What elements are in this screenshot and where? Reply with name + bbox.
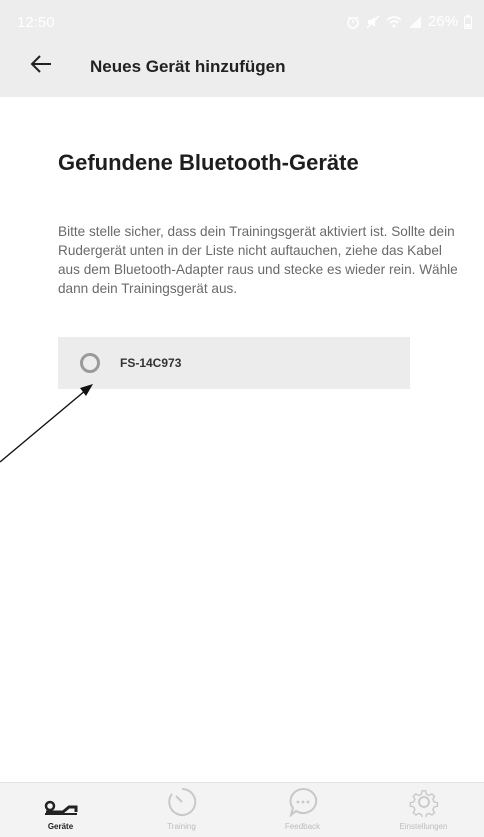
status-icons: 26% <box>346 13 472 30</box>
mute-icon <box>366 15 380 29</box>
back-button[interactable] <box>26 51 56 81</box>
status-bar: 12:50 26% <box>0 0 484 42</box>
timer-icon <box>167 783 197 817</box>
battery-percent: 26% <box>427 13 458 30</box>
bottom-navigation: Geräte Training Feedback Einstellungen <box>0 782 484 837</box>
arrow-left-icon <box>30 54 52 78</box>
nav-label: Einstellungen <box>399 822 448 831</box>
annotation-arrow <box>0 384 93 463</box>
nav-tab-feedback[interactable]: Feedback <box>242 783 363 837</box>
nav-tab-training[interactable]: Training <box>121 783 242 837</box>
nav-tab-geraete[interactable]: Geräte <box>0 783 121 837</box>
gear-icon <box>409 783 439 817</box>
signal-icon <box>408 15 422 29</box>
alarm-icon <box>346 15 360 29</box>
rowing-machine-icon <box>43 783 79 817</box>
nav-label: Feedback <box>284 822 321 831</box>
nav-label: Geräte <box>47 822 74 831</box>
nav-tab-einstellungen[interactable]: Einstellungen <box>363 783 484 837</box>
page-title: Neues Gerät hinzufügen <box>90 57 286 76</box>
battery-icon <box>464 14 472 29</box>
device-list-item[interactable]: FS-14C973 <box>58 337 410 389</box>
nav-label: Training <box>167 822 196 831</box>
app-bar: 12:50 26% Neues Gerät hinzufügen <box>0 0 484 97</box>
status-time: 12:50 <box>17 14 55 31</box>
instructions-text: Bitte stelle sicher, dass dein Trainings… <box>58 224 458 296</box>
wifi-icon <box>386 15 402 29</box>
device-name: FS-14C973 <box>120 356 182 370</box>
section-heading: Gefundene Bluetooth-Geräte <box>58 150 359 175</box>
chat-bubble-icon <box>288 783 318 817</box>
